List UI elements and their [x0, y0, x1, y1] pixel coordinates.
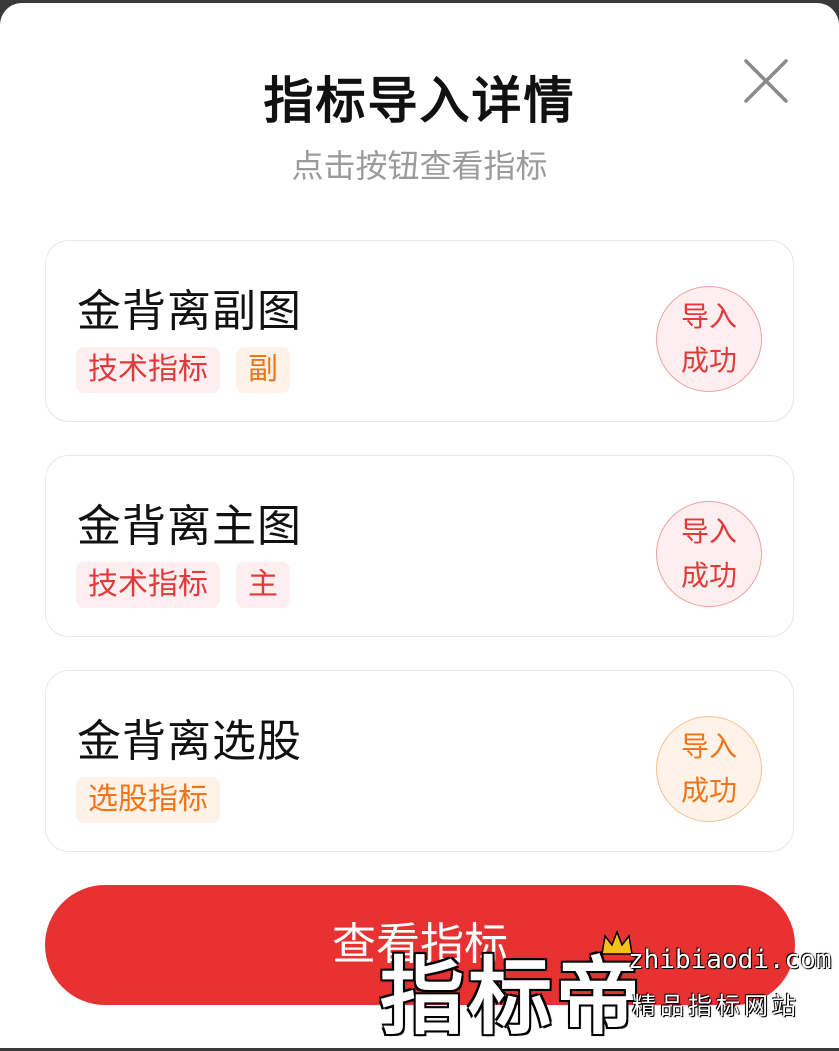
indicator-card: 金背离选股 选股指标 导入 成功	[45, 670, 794, 852]
close-button[interactable]	[738, 53, 794, 109]
indicator-name: 金背离选股	[77, 716, 302, 767]
close-icon	[744, 59, 788, 103]
indicator-tags: 选股指标	[76, 777, 220, 823]
indicator-card: 金背离主图 技术指标 主 导入 成功	[45, 455, 794, 637]
indicator-card: 金背离副图 技术指标 副 导入 成功	[45, 240, 794, 422]
import-details-dialog: 指标导入详情 点击按钮查看指标 金背离副图 技术指标 副 导入 成功 金背离主图…	[0, 3, 839, 1048]
tag-sub-chart: 副	[236, 347, 290, 393]
import-success-stamp: 导入 成功	[656, 286, 762, 392]
tag-technical: 技术指标	[76, 347, 220, 393]
watermark-brand: 指标帝	[380, 948, 645, 1046]
indicator-tags: 技术指标 副	[76, 347, 290, 393]
tag-main-chart: 主	[236, 562, 290, 608]
dialog-title: 指标导入详情	[263, 72, 576, 130]
watermark-tagline: 精品指标网站	[632, 992, 800, 1020]
indicator-name: 金背离副图	[77, 286, 302, 337]
import-success-stamp: 导入 成功	[656, 501, 762, 607]
tag-stock-picking: 选股指标	[76, 777, 220, 823]
dialog-subtitle: 点击按钮查看指标	[291, 147, 548, 185]
indicator-name: 金背离主图	[77, 501, 302, 552]
watermark-url: zhibiaodi.com	[628, 945, 832, 975]
import-success-stamp: 导入 成功	[656, 716, 762, 822]
indicator-tags: 技术指标 主	[76, 562, 290, 608]
tag-technical: 技术指标	[76, 562, 220, 608]
